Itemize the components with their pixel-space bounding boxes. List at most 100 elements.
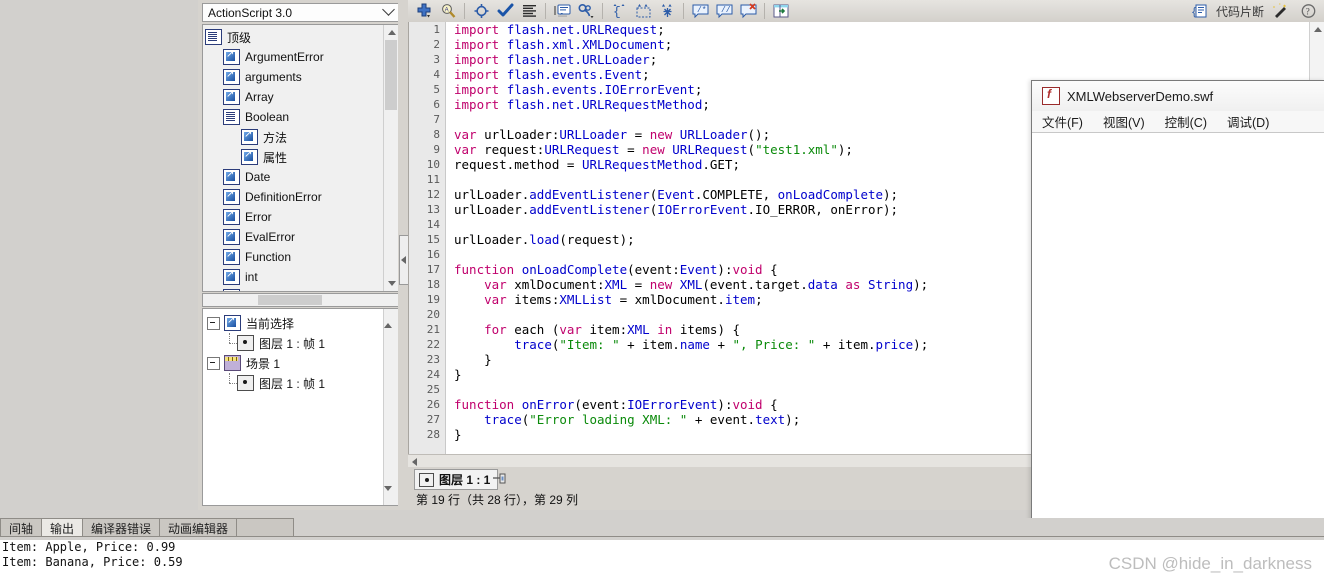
toolbox-tree-item[interactable]: 顶级 bbox=[205, 27, 399, 47]
bottom-tab-间轴[interactable]: 间轴 bbox=[0, 518, 43, 537]
line-number: 2 bbox=[433, 38, 440, 51]
code-line[interactable]: import flash.net.URLRequest; bbox=[454, 22, 1309, 37]
bottom-tab-编译器错误[interactable]: 编译器错误 bbox=[82, 518, 161, 537]
line-number: 5 bbox=[433, 83, 440, 96]
toolbox-tree-item[interactable]: arguments bbox=[205, 67, 399, 87]
line-number: 16 bbox=[426, 248, 440, 261]
toolbox-tree-item[interactable]: Array bbox=[205, 87, 399, 107]
code-token: flash.net.URLLoader bbox=[506, 52, 650, 67]
navigator-tree-item[interactable]: 场景 1 bbox=[207, 353, 399, 373]
script-navigator-panel[interactable]: 当前选择图层 1 : 帧 1 场景 1 图层 1 : 帧 1 bbox=[202, 308, 400, 506]
tree-collapse-icon[interactable] bbox=[207, 356, 220, 370]
apply-block-comment-icon[interactable]: /* bbox=[689, 1, 711, 21]
toolbox-tree-item[interactable]: Boolean bbox=[205, 107, 399, 127]
flash-player-icon bbox=[1042, 87, 1060, 105]
tree-collapse-icon[interactable] bbox=[207, 316, 220, 330]
svg-text:A: A bbox=[444, 7, 448, 13]
code-snippets-group: { 代码片断 ? bbox=[1188, 0, 1320, 22]
line-number-gutter: 1 2 3 4 5 6 7 8 9 10 11 12 13 14 15 16 17 18 19 20 21 22 23 24 2… bbox=[409, 22, 446, 454]
code-token: ); bbox=[837, 142, 853, 157]
scroll-down-arrow-icon[interactable] bbox=[384, 486, 392, 505]
flash-player-menu-item[interactable]: 视图(V) bbox=[1103, 112, 1145, 131]
link-icon bbox=[223, 228, 240, 245]
magic-wand-icon[interactable] bbox=[1269, 1, 1291, 21]
navigator-tree-item[interactable]: 图层 1 : 帧 1 bbox=[207, 373, 399, 393]
apply-line-comment-icon[interactable]: // bbox=[713, 1, 735, 21]
expand-all-icon[interactable] bbox=[656, 1, 678, 21]
svg-text:?: ? bbox=[1305, 7, 1309, 17]
target-insert-icon[interactable] bbox=[470, 1, 492, 21]
toolbox-tree-item[interactable]: Math bbox=[205, 287, 399, 291]
scroll-down-arrow-icon[interactable] bbox=[384, 276, 399, 291]
flash-player-titlebar[interactable]: XMLWebserverDemo.swf bbox=[1032, 81, 1324, 111]
toolbox-vertical-scrollbar[interactable] bbox=[383, 25, 399, 291]
bottom-tab-动画编辑器[interactable]: 动画编辑器 bbox=[159, 518, 238, 537]
line-number: 22 bbox=[426, 338, 440, 351]
flash-player-menu-item[interactable]: 文件(F) bbox=[1042, 112, 1083, 131]
toolbox-tree-item-label: Array bbox=[245, 90, 274, 104]
link-icon bbox=[241, 148, 258, 165]
code-token: urlLoader. bbox=[454, 187, 530, 202]
add-item-icon[interactable] bbox=[413, 1, 435, 21]
line-number: 28 bbox=[426, 428, 440, 441]
pin-script-icon[interactable] bbox=[492, 471, 508, 486]
bottom-tab-overflow[interactable] bbox=[236, 518, 295, 537]
code-token: ; bbox=[642, 67, 650, 82]
panel-splitter[interactable] bbox=[398, 0, 409, 510]
navigator-tree-item[interactable]: 图层 1 : 帧 1 bbox=[207, 333, 399, 353]
scroll-up-arrow-icon[interactable] bbox=[384, 25, 399, 40]
toolbox-tree-item[interactable]: ArgumentError bbox=[205, 47, 399, 67]
flash-player-window[interactable]: XMLWebserverDemo.swf 文件(F) 视图(V) 控制(C) 调试(D… bbox=[1031, 80, 1324, 537]
toolbox-tree-item[interactable]: int bbox=[205, 267, 399, 287]
toolbox-tree-item[interactable]: DefinitionError bbox=[205, 187, 399, 207]
code-token: data bbox=[807, 277, 838, 292]
code-token: trace bbox=[514, 337, 552, 352]
toolbox-tree-item[interactable]: 方法 bbox=[205, 127, 399, 147]
code-token: = bbox=[627, 127, 650, 142]
debug-options-icon[interactable] bbox=[575, 1, 597, 21]
show-code-hint-icon[interactable] bbox=[551, 1, 573, 21]
bottom-tab-输出[interactable]: 输出 bbox=[41, 518, 84, 537]
code-token: onError bbox=[521, 397, 575, 412]
remove-comment-icon[interactable] bbox=[737, 1, 759, 21]
flash-player-menu-item[interactable]: 控制(C) bbox=[1165, 112, 1207, 131]
check-syntax-icon[interactable] bbox=[494, 1, 516, 21]
code-token: URLRequest bbox=[544, 142, 620, 157]
toolbox-horizontal-scrollbar[interactable] bbox=[202, 293, 400, 307]
scrollbar-thumb-horizontal[interactable] bbox=[258, 295, 322, 305]
code-token: flash.xml.XMLDocument bbox=[506, 37, 665, 52]
code-token: urlLoader. bbox=[454, 232, 530, 247]
code-snippets-label[interactable]: 代码片断 bbox=[1216, 3, 1264, 20]
toolbox-tree-item[interactable]: EvalError bbox=[205, 227, 399, 247]
toolbox-tree-item[interactable]: Function bbox=[205, 247, 399, 267]
scroll-up-arrow-icon[interactable] bbox=[384, 309, 399, 328]
toolbox-tree-item-label: Date bbox=[245, 170, 271, 184]
toggle-sync-icon[interactable] bbox=[770, 1, 792, 21]
collapse-braces-icon[interactable]: { } bbox=[608, 1, 630, 21]
scrollbar-thumb[interactable] bbox=[385, 40, 397, 110]
auto-format-icon[interactable] bbox=[518, 1, 540, 21]
code-snippet-icon[interactable]: { bbox=[1189, 1, 1211, 21]
language-version-select[interactable]: ActionScript 3.0 bbox=[202, 3, 400, 22]
scroll-up-arrow-icon[interactable] bbox=[1310, 22, 1324, 37]
collapse-selection-icon[interactable] bbox=[632, 1, 654, 21]
find-replace-icon[interactable]: A bbox=[437, 1, 459, 21]
help-icon[interactable]: ? bbox=[1297, 1, 1319, 21]
scroll-left-arrow-icon[interactable] bbox=[412, 457, 417, 466]
code-token: onLoadComplete bbox=[521, 262, 628, 277]
code-token: IOErrorEvent bbox=[657, 202, 748, 217]
toolbox-tree-item[interactable]: 属性 bbox=[205, 147, 399, 167]
flash-player-stage[interactable] bbox=[1032, 133, 1324, 535]
navigator-vertical-scrollbar[interactable] bbox=[383, 309, 399, 505]
flash-player-menu-item[interactable]: 调试(D) bbox=[1227, 112, 1269, 131]
line-number: 24 bbox=[426, 368, 440, 381]
navigator-tree-item[interactable]: 当前选择 bbox=[207, 313, 399, 333]
toolbox-tree-item[interactable]: Error bbox=[205, 207, 399, 227]
code-line[interactable]: import flash.xml.XMLDocument; bbox=[454, 37, 1309, 52]
script-layer-tab[interactable]: 图层 1 : 1 bbox=[414, 469, 499, 490]
toolbox-tree-item[interactable]: Date bbox=[205, 167, 399, 187]
code-token: var bbox=[454, 127, 485, 142]
code-token: onLoadComplete bbox=[777, 187, 884, 202]
code-line[interactable]: import flash.net.URLLoader; bbox=[454, 52, 1309, 67]
actions-toolbox-tree[interactable]: 顶级 ArgumentError arguments Array Boolean 方法属性… bbox=[202, 24, 400, 292]
